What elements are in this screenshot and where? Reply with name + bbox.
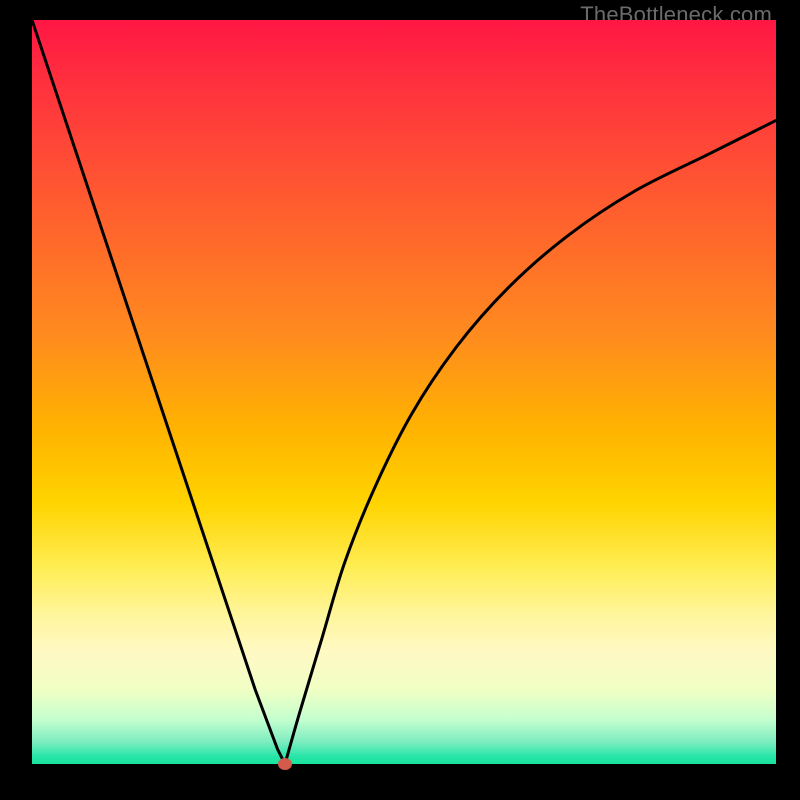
bottleneck-curve bbox=[32, 20, 776, 764]
minimum-marker bbox=[278, 758, 292, 770]
chart-stage: TheBottleneck.com bbox=[0, 0, 800, 800]
plot-area bbox=[32, 20, 776, 764]
